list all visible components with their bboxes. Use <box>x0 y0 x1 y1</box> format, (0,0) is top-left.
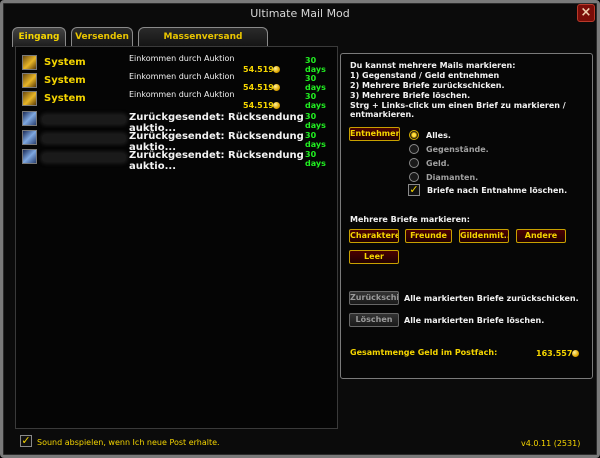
mail-subject: Einkommen durch Auktion <box>129 90 235 99</box>
mark-heading: Mehrere Briefe markieren: <box>350 215 470 224</box>
mark-friends-button[interactable]: Freunde <box>405 229 452 243</box>
mail-window: Ultimate Mail Mod × Eingang Versenden Ma… <box>0 0 600 458</box>
gold-coins-icon <box>22 73 37 88</box>
take-button[interactable]: Entnehmen <box>349 127 400 141</box>
mark-others-button[interactable]: Andere <box>516 229 566 243</box>
total-money-amount: 163.557 <box>536 349 573 358</box>
gold-coin-icon <box>273 102 280 109</box>
mail-row[interactable]: System Einkommen durch Auktion 54.519 30… <box>16 72 339 92</box>
item-icon <box>22 149 37 164</box>
mail-subject: Einkommen durch Auktion <box>129 72 235 81</box>
help-text: 2) Mehrere Briefe zurückschicken. <box>350 81 505 90</box>
item-icon <box>22 111 37 126</box>
mail-row[interactable]: System Einkommen durch Auktion 54.519 30… <box>16 54 339 74</box>
radio-money[interactable] <box>409 158 419 168</box>
return-button[interactable]: Zurückschi... <box>349 291 399 305</box>
mail-expiry: 30 days <box>305 150 326 168</box>
mail-sender: System <box>44 93 86 104</box>
inbox-list: System Einkommen durch Auktion 54.519 30… <box>15 46 338 429</box>
version-label: v4.0.11 (2531) <box>521 439 581 448</box>
help-text: 1) Gegenstand / Geld entnehmen <box>350 71 500 80</box>
delete-after-take-label: Briefe nach Entnahme löschen. <box>427 186 568 195</box>
mail-amount: 54.519 <box>243 101 274 110</box>
mail-subject: Einkommen durch Auktion <box>129 54 235 63</box>
tab-massenversand[interactable]: Massenversand Gegenstände <box>138 27 268 60</box>
return-label: Alle markierten Briefe zurückschicken. <box>404 294 579 303</box>
mail-row[interactable]: Zurückgesendet: Rücksendung auktio... 30… <box>16 110 339 134</box>
help-text: 3) Mehrere Briefe löschen. <box>350 91 471 100</box>
tab-versenden[interactable]: Versenden <box>71 27 133 46</box>
mail-sender: System <box>44 75 86 86</box>
delete-after-take-checkbox[interactable]: ✓ <box>408 184 420 196</box>
item-icon <box>22 130 37 145</box>
radio-diamonds-label: Diamanten. <box>426 173 479 182</box>
gold-coins-icon <box>22 55 37 70</box>
delete-label: Alle markierten Briefe löschen. <box>404 316 545 325</box>
mark-characters-button[interactable]: Charaktere <box>349 229 399 243</box>
mail-expiry: 30 days <box>305 131 326 149</box>
mark-guild-button[interactable]: Gildenmit... <box>459 229 509 243</box>
delete-button[interactable]: Löschen <box>349 313 399 327</box>
mail-row[interactable]: Zurückgesendet: Rücksendung auktio... 30… <box>16 148 339 172</box>
radio-money-label: Geld. <box>426 159 450 168</box>
mail-expiry: 30 days <box>305 112 326 130</box>
mail-row[interactable]: Zurückgesendet: Rücksendung auktio... 30… <box>16 129 339 153</box>
gold-coins-icon <box>22 91 37 106</box>
tab-eingang[interactable]: Eingang <box>12 27 66 47</box>
window-title[interactable]: Ultimate Mail Mod <box>3 3 597 25</box>
mail-expiry: 30 days <box>305 92 326 110</box>
radio-items-label: Gegenstände. <box>426 145 489 154</box>
radio-items[interactable] <box>409 144 419 154</box>
help-text: Strg + Links-click um einen Brief zu mar… <box>350 101 566 119</box>
radio-diamonds[interactable] <box>409 172 419 182</box>
radio-all-label: Alles. <box>426 131 451 140</box>
mark-clear-button[interactable]: Leer <box>349 250 399 264</box>
radio-all[interactable] <box>409 130 419 140</box>
redacted-sender <box>42 153 126 162</box>
redacted-sender <box>42 134 126 143</box>
close-button[interactable]: × <box>577 4 595 22</box>
sound-checkbox[interactable]: ✓ <box>20 435 32 447</box>
gold-coin-icon <box>572 350 579 357</box>
help-text: Du kannst mehrere Mails markieren: <box>350 61 516 70</box>
mail-sender: System <box>44 57 86 68</box>
mail-row[interactable]: System Einkommen durch Auktion 54.519 30… <box>16 90 339 110</box>
sound-label: Sound abspielen, wenn Ich neue Post erha… <box>37 438 220 447</box>
mail-actions-panel: Du kannst mehrere Mails markieren: 1) Ge… <box>340 53 593 379</box>
redacted-sender <box>42 115 126 124</box>
total-money-label: Gesamtmenge Geld im Postfach: <box>350 348 498 357</box>
